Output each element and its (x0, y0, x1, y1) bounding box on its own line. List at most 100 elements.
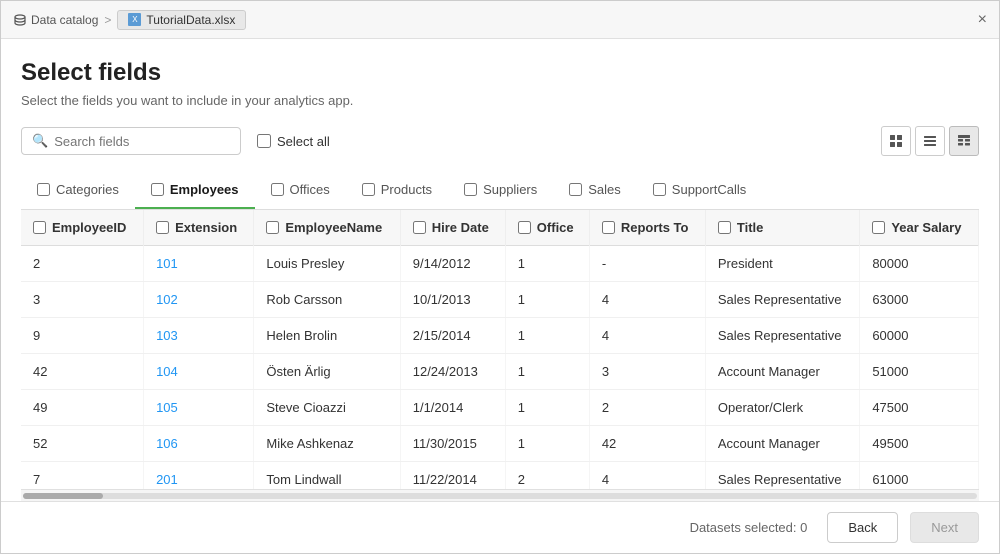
cell-year_salary: 80000 (860, 246, 979, 282)
col-label-reports_to: Reports To (621, 220, 689, 235)
tab-supportcalls[interactable]: SupportCalls (637, 172, 762, 209)
tab-checkbox-supportcalls[interactable] (653, 183, 666, 196)
footer: Datasets selected: 0 Back Next (1, 501, 999, 553)
cell-extension[interactable]: 105 (144, 390, 254, 426)
tab-checkbox-suppliers[interactable] (464, 183, 477, 196)
breadcrumb-arrow: > (104, 13, 111, 27)
cell-employee_name: Östen Ärlig (254, 354, 400, 390)
data-catalog-label: Data catalog (31, 13, 98, 27)
tab-suppliers[interactable]: Suppliers (448, 172, 553, 209)
col-checkbox-employee_id[interactable] (33, 221, 46, 234)
cell-employee_id: 52 (21, 426, 144, 462)
cell-year_salary: 63000 (860, 282, 979, 318)
list-view-button[interactable] (915, 126, 945, 156)
search-icon: 🔍 (32, 133, 48, 149)
tab-label-suppliers: Suppliers (483, 182, 537, 197)
tab-checkbox-employees[interactable] (151, 183, 164, 196)
tab-checkbox-sales[interactable] (569, 183, 582, 196)
col-label-extension: Extension (175, 220, 237, 235)
tab-categories[interactable]: Categories (21, 172, 135, 209)
tab-products[interactable]: Products (346, 172, 448, 209)
cell-title: Sales Representative (705, 282, 859, 318)
cell-year_salary: 49500 (860, 426, 979, 462)
col-label-office: Office (537, 220, 574, 235)
select-all-label: Select all (277, 134, 330, 149)
cell-extension[interactable]: 104 (144, 354, 254, 390)
col-header-hire_date: Hire Date (400, 210, 505, 246)
grid-icon (889, 134, 903, 148)
cell-title: Sales Representative (705, 462, 859, 490)
file-tab[interactable]: X TutorialData.xlsx (117, 10, 246, 30)
cell-employee_name: Helen Brolin (254, 318, 400, 354)
cell-year_salary: 51000 (860, 354, 979, 390)
cell-reports_to: 2 (589, 390, 705, 426)
tab-checkbox-categories[interactable] (37, 183, 50, 196)
search-input[interactable] (54, 134, 230, 149)
data-table: EmployeeID Extension EmployeeNameHire Date… (21, 210, 979, 489)
next-button[interactable]: Next (910, 512, 979, 543)
main-window: Data catalog > X TutorialData.xlsx × Sel… (0, 0, 1000, 554)
breadcrumb: Data catalog > X TutorialData.xlsx (13, 10, 246, 30)
col-checkbox-title[interactable] (718, 221, 731, 234)
cell-office: 2 (505, 462, 589, 490)
table-row: 9103Helen Brolin2/15/201414Sales Represe… (21, 318, 979, 354)
tabs-bar: Categories EmployeesOfficesProducts Suppli… (21, 172, 979, 210)
cell-extension[interactable]: 106 (144, 426, 254, 462)
cell-reports_to: 42 (589, 426, 705, 462)
tab-checkbox-offices[interactable] (271, 183, 284, 196)
tab-label-categories: Categories (56, 182, 119, 197)
table-row: 2101Louis Presley9/14/20121-President800… (21, 246, 979, 282)
cell-extension[interactable]: 103 (144, 318, 254, 354)
col-checkbox-employee_name[interactable] (266, 221, 279, 234)
col-header-employee_id: EmployeeID (21, 210, 144, 246)
grid-view-button[interactable] (881, 126, 911, 156)
tab-label-sales: Sales (588, 182, 621, 197)
cell-extension[interactable]: 201 (144, 462, 254, 490)
back-button[interactable]: Back (827, 512, 898, 543)
horizontal-scrollbar[interactable] (21, 489, 979, 501)
col-label-year_salary: Year Salary (891, 220, 961, 235)
table-row: 3102Rob Carsson10/1/201314Sales Represen… (21, 282, 979, 318)
col-header-employee_name: EmployeeName (254, 210, 400, 246)
cell-employee_id: 9 (21, 318, 144, 354)
cell-employee_id: 2 (21, 246, 144, 282)
cell-hire_date: 9/14/2012 (400, 246, 505, 282)
col-header-year_salary: Year Salary (860, 210, 979, 246)
cell-title: Account Manager (705, 426, 859, 462)
cell-title: Operator/Clerk (705, 390, 859, 426)
cell-reports_to: 3 (589, 354, 705, 390)
cell-extension[interactable]: 101 (144, 246, 254, 282)
select-all-checkbox[interactable] (257, 134, 271, 148)
page-subtitle: Select the fields you want to include in… (21, 93, 979, 108)
cell-reports_to: 4 (589, 282, 705, 318)
cell-office: 1 (505, 282, 589, 318)
xlsx-icon: X (128, 13, 141, 26)
tab-label-supportcalls: SupportCalls (672, 182, 746, 197)
cell-employee_name: Tom Lindwall (254, 462, 400, 490)
titlebar: Data catalog > X TutorialData.xlsx × (1, 1, 999, 39)
tab-sales[interactable]: Sales (553, 172, 637, 209)
tab-checkbox-products[interactable] (362, 183, 375, 196)
col-checkbox-extension[interactable] (156, 221, 169, 234)
cell-employee_name: Rob Carsson (254, 282, 400, 318)
tab-employees[interactable]: Employees (135, 172, 255, 209)
col-checkbox-reports_to[interactable] (602, 221, 615, 234)
col-checkbox-year_salary[interactable] (872, 221, 885, 234)
col-checkbox-office[interactable] (518, 221, 531, 234)
cell-extension[interactable]: 102 (144, 282, 254, 318)
cell-title: Sales Representative (705, 318, 859, 354)
scrollbar-track (23, 493, 977, 499)
cell-hire_date: 12/24/2013 (400, 354, 505, 390)
cell-reports_to: 4 (589, 318, 705, 354)
col-checkbox-hire_date[interactable] (413, 221, 426, 234)
scrollbar-thumb[interactable] (23, 493, 103, 499)
search-box: 🔍 (21, 127, 241, 155)
col-header-extension: Extension (144, 210, 254, 246)
table-view-button[interactable] (949, 126, 979, 156)
tab-offices[interactable]: Offices (255, 172, 346, 209)
close-button[interactable]: × (978, 11, 987, 29)
table-row: 52106Mike Ashkenaz11/30/2015142Account M… (21, 426, 979, 462)
cell-year_salary: 61000 (860, 462, 979, 490)
table-container[interactable]: EmployeeID Extension EmployeeNameHire Date… (21, 210, 979, 489)
table-row: 42104Östen Ärlig12/24/201313Account Mana… (21, 354, 979, 390)
